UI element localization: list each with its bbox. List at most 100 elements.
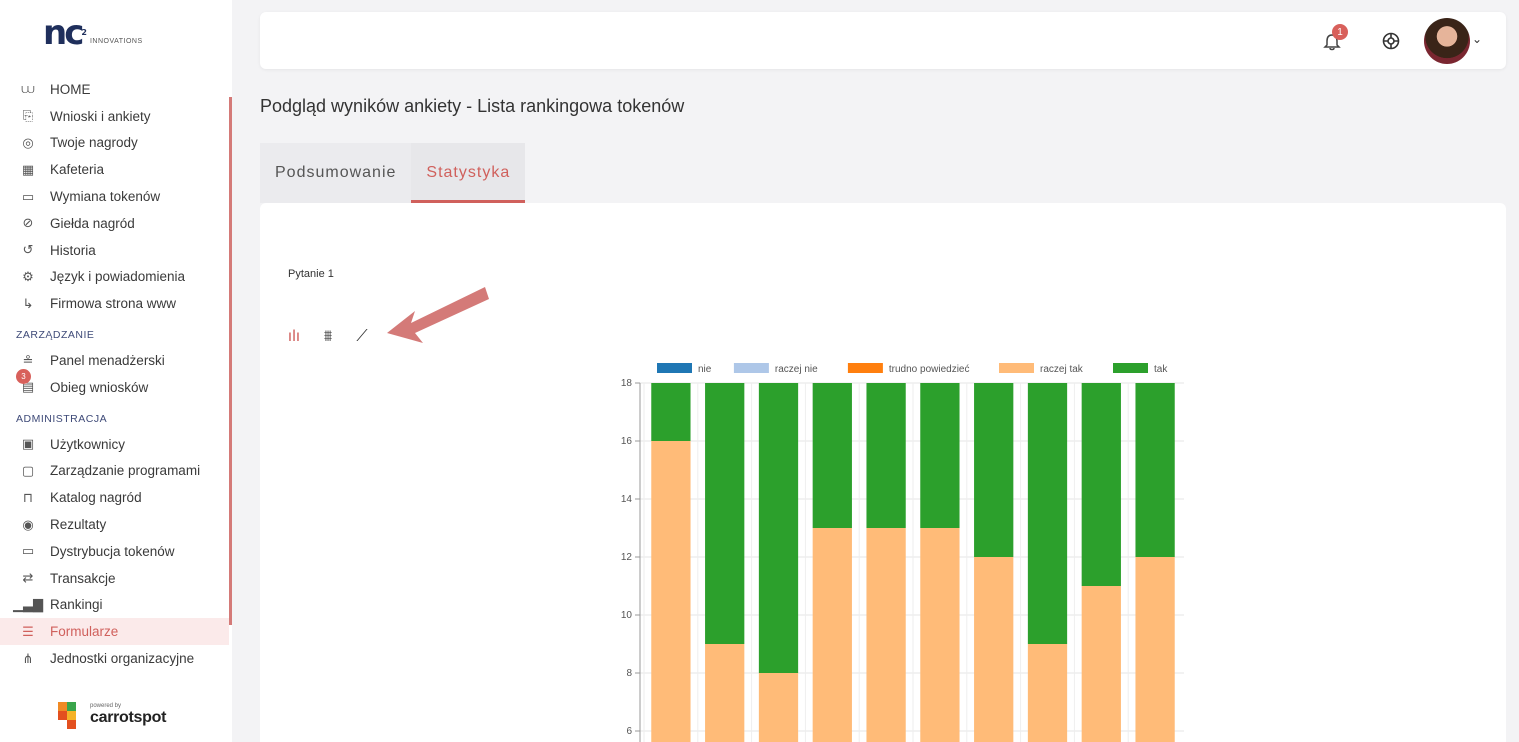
sidebar-item-label: Jednostki organizacyjne bbox=[50, 651, 195, 667]
sidebar-item-programy[interactable]: ▢ Zarządzanie programami bbox=[0, 458, 229, 485]
bar-chart-icon[interactable]: ılı bbox=[284, 328, 304, 346]
chevron-down-icon[interactable]: ⌄ bbox=[1472, 32, 1482, 46]
brand-logo[interactable]: nc2 INNOVATIONS bbox=[43, 13, 143, 53]
sidebar-item-nagrody[interactable]: ◎ Twoje nagrody bbox=[0, 130, 229, 157]
sidebar-item-label: Zarządzanie programami bbox=[50, 463, 201, 479]
legend-label: raczej tak bbox=[1040, 364, 1084, 375]
bar-segment bbox=[1135, 383, 1175, 557]
legend-label: nie bbox=[698, 364, 712, 375]
sidebar-item-panel[interactable]: ≗ Panel menadżerski bbox=[0, 347, 229, 374]
sidebar-item-label: Katalog nagród bbox=[50, 490, 142, 506]
form-edit-icon: ⎘ bbox=[22, 108, 34, 124]
user-avatar[interactable] bbox=[1424, 18, 1470, 64]
chart-icon: ⩊ bbox=[21, 81, 35, 97]
legend-swatch bbox=[1113, 363, 1148, 373]
sidebar-item-wnioski[interactable]: ⎘ Wnioski i ankiety bbox=[0, 103, 229, 130]
legend-swatch bbox=[657, 363, 692, 373]
bar-segment bbox=[758, 673, 799, 742]
tab-bar: Podsumowanie Statystyka bbox=[260, 143, 526, 203]
workflow-icon: ▤ 3 bbox=[16, 369, 36, 395]
annotation-arrow-icon bbox=[387, 287, 489, 343]
bag-icon: ⊓ bbox=[22, 489, 34, 505]
sidebar-item-label: Wymiana tokenów bbox=[50, 189, 161, 205]
ticket-icon: ▭ bbox=[21, 188, 35, 204]
sidebar-item-katalog[interactable]: ⊓ Katalog nagród bbox=[0, 484, 229, 511]
statistics-card: Pytanie 1 ılı ⩩ ⟋ nie raczej nie trudno po… bbox=[260, 203, 1506, 742]
sidebar-item-label: Rankingi bbox=[50, 597, 103, 613]
area-chart-icon[interactable]: ⩩ bbox=[318, 328, 338, 346]
sidebar-item-transakcje[interactable]: ⇄ Transakcje bbox=[0, 565, 229, 592]
stacked-bar-chart: nie raczej nie trudno powiedzieć raczej tak… bbox=[621, 363, 1184, 742]
top-header: 1 ⌄ bbox=[260, 12, 1506, 69]
bar-segment bbox=[705, 644, 745, 742]
sidebar-item-label: Giełda nagród bbox=[50, 215, 135, 231]
gear-icon: ⚙ bbox=[22, 268, 34, 284]
help-lifebuoy-icon[interactable] bbox=[1382, 32, 1400, 50]
sidebar-item-home[interactable]: ⩊ HOME bbox=[0, 76, 229, 103]
legend-swatch bbox=[733, 363, 769, 373]
bar-segment bbox=[1135, 557, 1175, 742]
sidebar-item-historia[interactable]: ↺ Historia bbox=[0, 237, 229, 264]
y-tick-label: 12 bbox=[621, 552, 633, 563]
bar-segment bbox=[866, 528, 906, 742]
sidebar-item-obieg[interactable]: ▤ 3 Obieg wniosków bbox=[0, 369, 229, 401]
bar-segment bbox=[651, 383, 691, 441]
legend-swatch bbox=[847, 363, 883, 373]
chart-type-switch: ılı ⩩ ⟋ bbox=[284, 328, 372, 346]
sidebar-item-label: Język i powiadomienia bbox=[50, 269, 186, 285]
sidebar-item-label: Transakcje bbox=[50, 570, 116, 586]
link-arrow-icon: ↳ bbox=[22, 295, 34, 311]
section-management: ZARZĄDZANIE bbox=[16, 329, 95, 342]
sidebar-item-rankingi[interactable]: ▁▃▇ Rankingi bbox=[0, 592, 229, 619]
y-tick-label: 16 bbox=[621, 436, 633, 447]
page-title: Podgląd wyników ankiety - Lista rankingo… bbox=[260, 96, 685, 116]
bar-segment bbox=[1027, 644, 1068, 742]
sidebar-menu: ⩊ HOME ⎘ Wnioski i ankiety ◎ Twoje nagrody … bbox=[0, 76, 229, 672]
bar-segment bbox=[1081, 383, 1121, 586]
id-card-icon: ▣ bbox=[21, 436, 35, 452]
sidebar-item-label: Historia bbox=[50, 242, 96, 258]
tab-podsumowanie[interactable]: Podsumowanie bbox=[260, 143, 411, 203]
y-tick-label: 8 bbox=[626, 668, 632, 679]
sidebar-item-label: Twoje nagrody bbox=[50, 135, 138, 151]
bar-segment bbox=[1027, 383, 1068, 644]
sidebar-scrollbar[interactable] bbox=[229, 97, 232, 625]
logo-subtitle: INNOVATIONS bbox=[89, 38, 143, 45]
sidebar-item-kafeteria[interactable]: ▦ Kafeteria bbox=[0, 156, 229, 183]
line-chart-icon[interactable]: ⟋ bbox=[352, 328, 372, 346]
logo-mark: nc2 bbox=[43, 13, 87, 53]
notification-badge: 1 bbox=[1332, 24, 1348, 40]
bar-segment bbox=[1081, 586, 1121, 742]
sidebar-item-label: Formularze bbox=[50, 624, 119, 640]
sidebar-item-label: Rezultaty bbox=[50, 517, 107, 533]
legend-label: tak bbox=[1154, 364, 1168, 375]
bar-segment bbox=[758, 383, 799, 673]
sidebar-item-dystrybucja[interactable]: ▭ Dystrybucja tokenów bbox=[0, 538, 229, 565]
sidebar-item-jezyk[interactable]: ⚙ Język i powiadomienia bbox=[0, 264, 229, 291]
sidebar-item-label: Firmowa strona www bbox=[50, 296, 177, 312]
tab-statystyka[interactable]: Statystyka bbox=[411, 143, 526, 203]
sidebar-item-gielda[interactable]: ⊘ Giełda nagród bbox=[0, 210, 229, 237]
carrotspot-logo-icon bbox=[58, 702, 84, 729]
sidebar-item-uzytkownicy[interactable]: ▣ Użytkownicy bbox=[0, 431, 229, 458]
y-tick-label: 18 bbox=[621, 378, 633, 389]
sidebar-item-formularze[interactable]: ☰ Formularze bbox=[0, 618, 229, 646]
carrotspot-brand: carrotspot bbox=[90, 709, 167, 726]
bar-segment bbox=[866, 383, 906, 528]
store-icon: ▦ bbox=[21, 161, 35, 177]
sidebar-item-rezultaty[interactable]: ◉ Rezultaty bbox=[0, 511, 229, 538]
legend-label: raczej nie bbox=[775, 364, 818, 375]
medal-icon: ◎ bbox=[22, 134, 34, 150]
sidebar-item-jednostki[interactable]: ⋔ Jednostki organizacyjne bbox=[0, 645, 229, 672]
sidebar-item-label: Dystrybucja tokenów bbox=[50, 543, 175, 559]
sidebar-item-wymiana[interactable]: ▭ Wymiana tokenów bbox=[0, 183, 229, 210]
org-tree-icon: ⋔ bbox=[22, 650, 34, 666]
sidebar-item-label: Kafeteria bbox=[50, 162, 105, 178]
legend-label: trudno powiedzieć bbox=[889, 364, 970, 375]
sidebar-item-www[interactable]: ↳ Firmowa strona www bbox=[0, 290, 229, 317]
bars-icon: ▁▃▇ bbox=[13, 596, 43, 612]
powered-by-carrotspot: powered by carrotspot bbox=[58, 702, 167, 729]
bar-segment bbox=[920, 528, 960, 742]
sidebar-item-label: Panel menadżerski bbox=[50, 353, 165, 369]
bar-segment bbox=[705, 383, 745, 644]
